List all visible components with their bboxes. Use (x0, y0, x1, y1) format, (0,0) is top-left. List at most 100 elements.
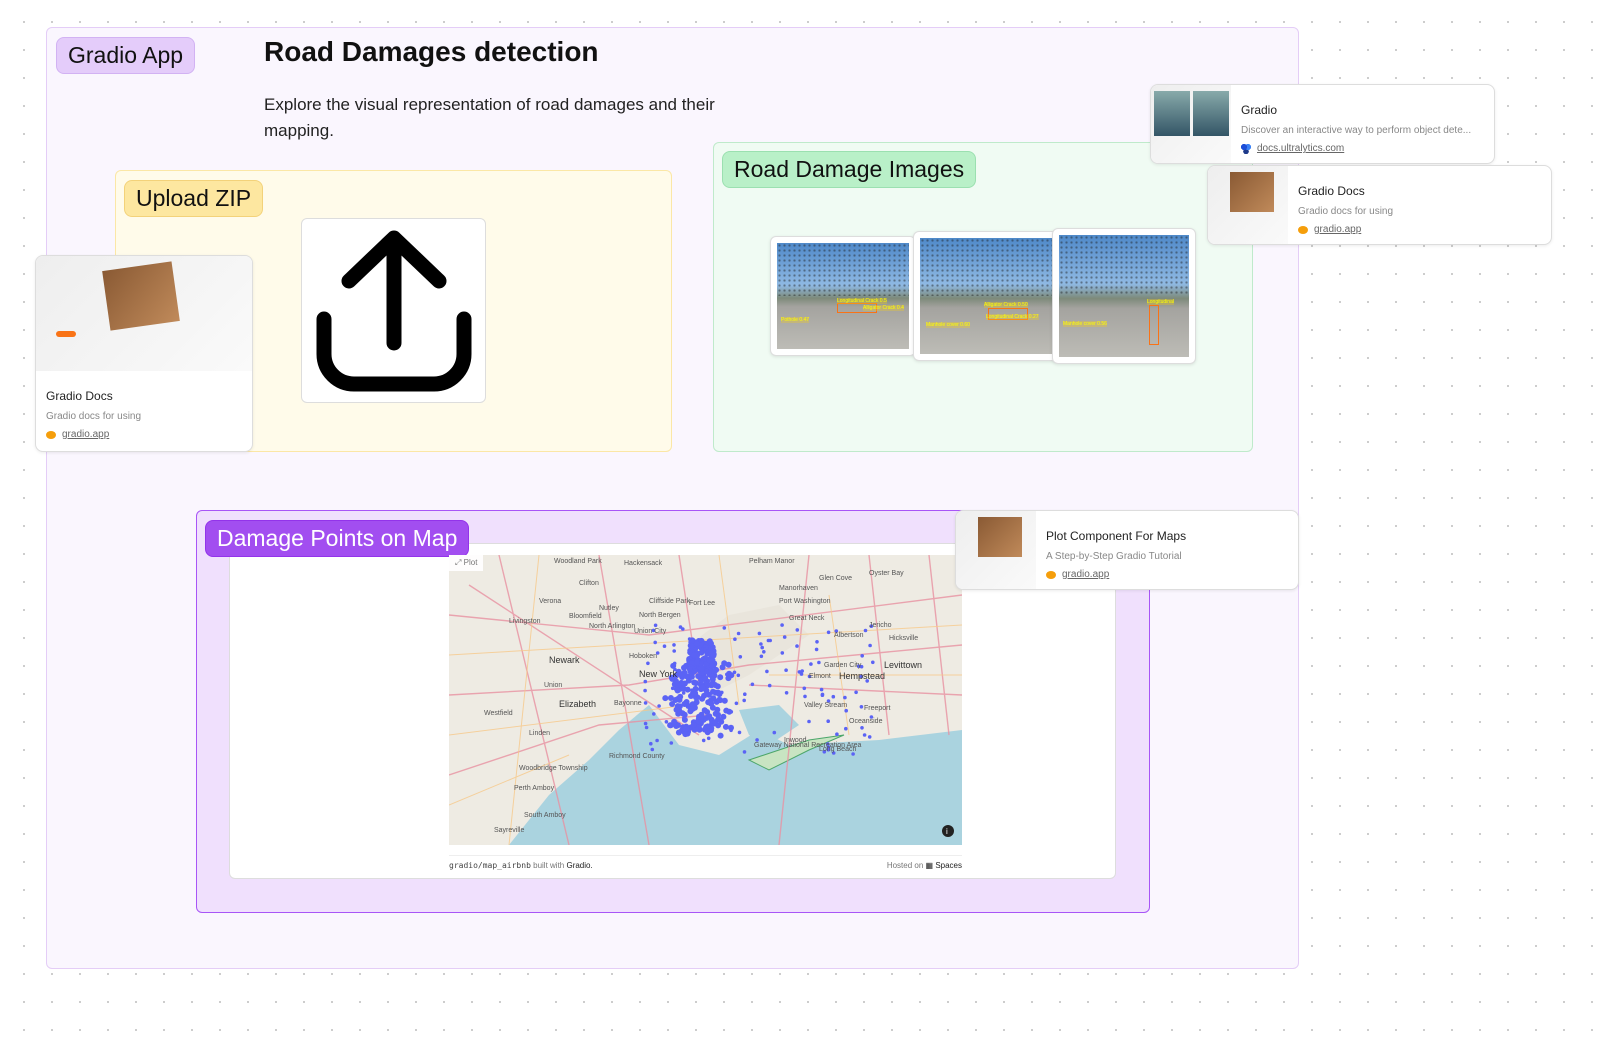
damage-point[interactable] (738, 655, 743, 659)
damage-point[interactable] (742, 698, 746, 703)
damage-point[interactable] (706, 736, 711, 741)
damage-point[interactable] (780, 651, 785, 655)
damage-point[interactable] (734, 701, 739, 706)
damage-point[interactable] (729, 728, 733, 733)
damage-point[interactable] (712, 710, 719, 717)
damage-point[interactable] (721, 660, 728, 667)
damage-point[interactable] (712, 719, 719, 726)
damage-point[interactable] (672, 649, 676, 653)
damage-point[interactable] (701, 726, 708, 733)
damage-point[interactable] (652, 712, 656, 716)
damage-point[interactable] (716, 696, 723, 703)
damage-point[interactable] (711, 658, 716, 662)
damage-point[interactable] (819, 687, 824, 692)
damage-point[interactable] (644, 725, 649, 730)
damage-point[interactable] (682, 727, 686, 732)
damage-point[interactable] (762, 650, 766, 654)
damage-point[interactable] (862, 733, 867, 737)
damage-point[interactable] (860, 654, 864, 658)
damage-point[interactable] (720, 690, 724, 695)
road-damage-images-tag[interactable]: Road Damage Images (722, 151, 977, 188)
damage-point[interactable] (826, 719, 830, 723)
damage-point[interactable] (703, 647, 707, 652)
damage-point[interactable] (750, 682, 755, 687)
damage-point[interactable] (809, 662, 813, 666)
damage-point[interactable] (672, 697, 679, 703)
damage-point[interactable] (820, 693, 825, 697)
damage-point[interactable] (803, 694, 807, 699)
damage-point[interactable] (742, 750, 747, 754)
damage-point[interactable] (863, 628, 868, 633)
damage-point[interactable] (672, 661, 677, 666)
damage-point[interactable] (649, 741, 653, 746)
damage-point[interactable] (817, 660, 821, 665)
road-damage-photo[interactable]: Longitudinal Manhole cover 0.56 (1052, 228, 1196, 364)
damage-point[interactable] (671, 718, 678, 725)
damage-point[interactable] (767, 683, 772, 688)
map-canvas[interactable]: Woodland Park Hackensack Pelham Manor Oyste… (449, 555, 962, 845)
damage-point[interactable] (686, 666, 693, 672)
damage-point[interactable] (681, 716, 686, 721)
damage-point[interactable] (706, 678, 710, 683)
damage-point[interactable] (854, 690, 858, 695)
gradio-app-tag[interactable]: Gradio App (56, 37, 196, 74)
damage-point[interactable] (643, 721, 648, 726)
damage-point[interactable] (681, 664, 687, 671)
damage-point[interactable] (721, 697, 728, 704)
damage-point[interactable] (664, 720, 669, 724)
damage-point[interactable] (826, 630, 831, 635)
damage-point[interactable] (678, 625, 683, 629)
damage-point[interactable] (693, 640, 700, 647)
damage-point[interactable] (868, 643, 872, 648)
damage-point[interactable] (725, 672, 729, 677)
damage-point[interactable] (768, 638, 772, 643)
damage-point[interactable] (694, 702, 698, 707)
damage-point[interactable] (679, 710, 686, 717)
damage-point[interactable] (795, 644, 799, 648)
damage-point[interactable] (653, 640, 657, 645)
damage-point[interactable] (643, 679, 648, 684)
damage-point[interactable] (650, 747, 655, 752)
damage-point[interactable] (859, 705, 864, 709)
damage-point[interactable] (710, 652, 717, 659)
damage-point[interactable] (690, 652, 697, 658)
damage-point[interactable] (784, 668, 788, 672)
damage-point[interactable] (795, 628, 800, 632)
damage-point[interactable] (669, 741, 674, 745)
damage-point[interactable] (691, 679, 698, 686)
damage-point[interactable] (757, 631, 762, 636)
damage-point[interactable] (703, 658, 707, 662)
damage-point[interactable] (782, 635, 787, 639)
damage-point[interactable] (708, 697, 714, 704)
damage-point[interactable] (643, 688, 647, 693)
damage-point[interactable] (722, 723, 729, 730)
damage-point[interactable] (690, 688, 694, 692)
damage-point[interactable] (699, 684, 706, 691)
damage-point[interactable] (706, 657, 713, 664)
damage-point[interactable] (714, 683, 721, 690)
damage-point[interactable] (733, 637, 737, 641)
link-card-plot-component[interactable]: Plot Component For Maps A Step-by-Step Gr… (955, 510, 1299, 590)
link-card-gradio-docs[interactable]: Gradio Docs Gradio docs for using gradio.a… (1207, 165, 1552, 245)
damage-point[interactable] (867, 735, 872, 739)
damage-point[interactable] (701, 738, 706, 743)
upload-zip-tag[interactable]: Upload ZIP (124, 180, 264, 217)
damage-point[interactable] (860, 726, 864, 730)
damage-point[interactable] (717, 674, 724, 681)
damage-point[interactable] (701, 707, 708, 714)
damage-point[interactable] (678, 671, 685, 678)
link-card-gradio-docs[interactable]: Gradio Docs Gradio docs for using gradio.a… (35, 255, 253, 452)
damage-point[interactable] (835, 732, 839, 736)
damage-point[interactable] (681, 691, 686, 695)
damage-point[interactable] (690, 722, 697, 729)
damage-point[interactable] (646, 661, 650, 666)
damage-point[interactable] (699, 695, 706, 702)
damage-point[interactable] (737, 730, 742, 735)
link-card-gradio-ultralytics[interactable]: Gradio Discover an interactive way to per… (1150, 84, 1495, 164)
damage-point[interactable] (772, 730, 777, 735)
damage-point[interactable] (765, 669, 769, 674)
damage-point[interactable] (759, 654, 764, 659)
damage-point[interactable] (710, 688, 716, 695)
damage-point[interactable] (709, 676, 716, 683)
damage-point[interactable] (698, 665, 705, 672)
